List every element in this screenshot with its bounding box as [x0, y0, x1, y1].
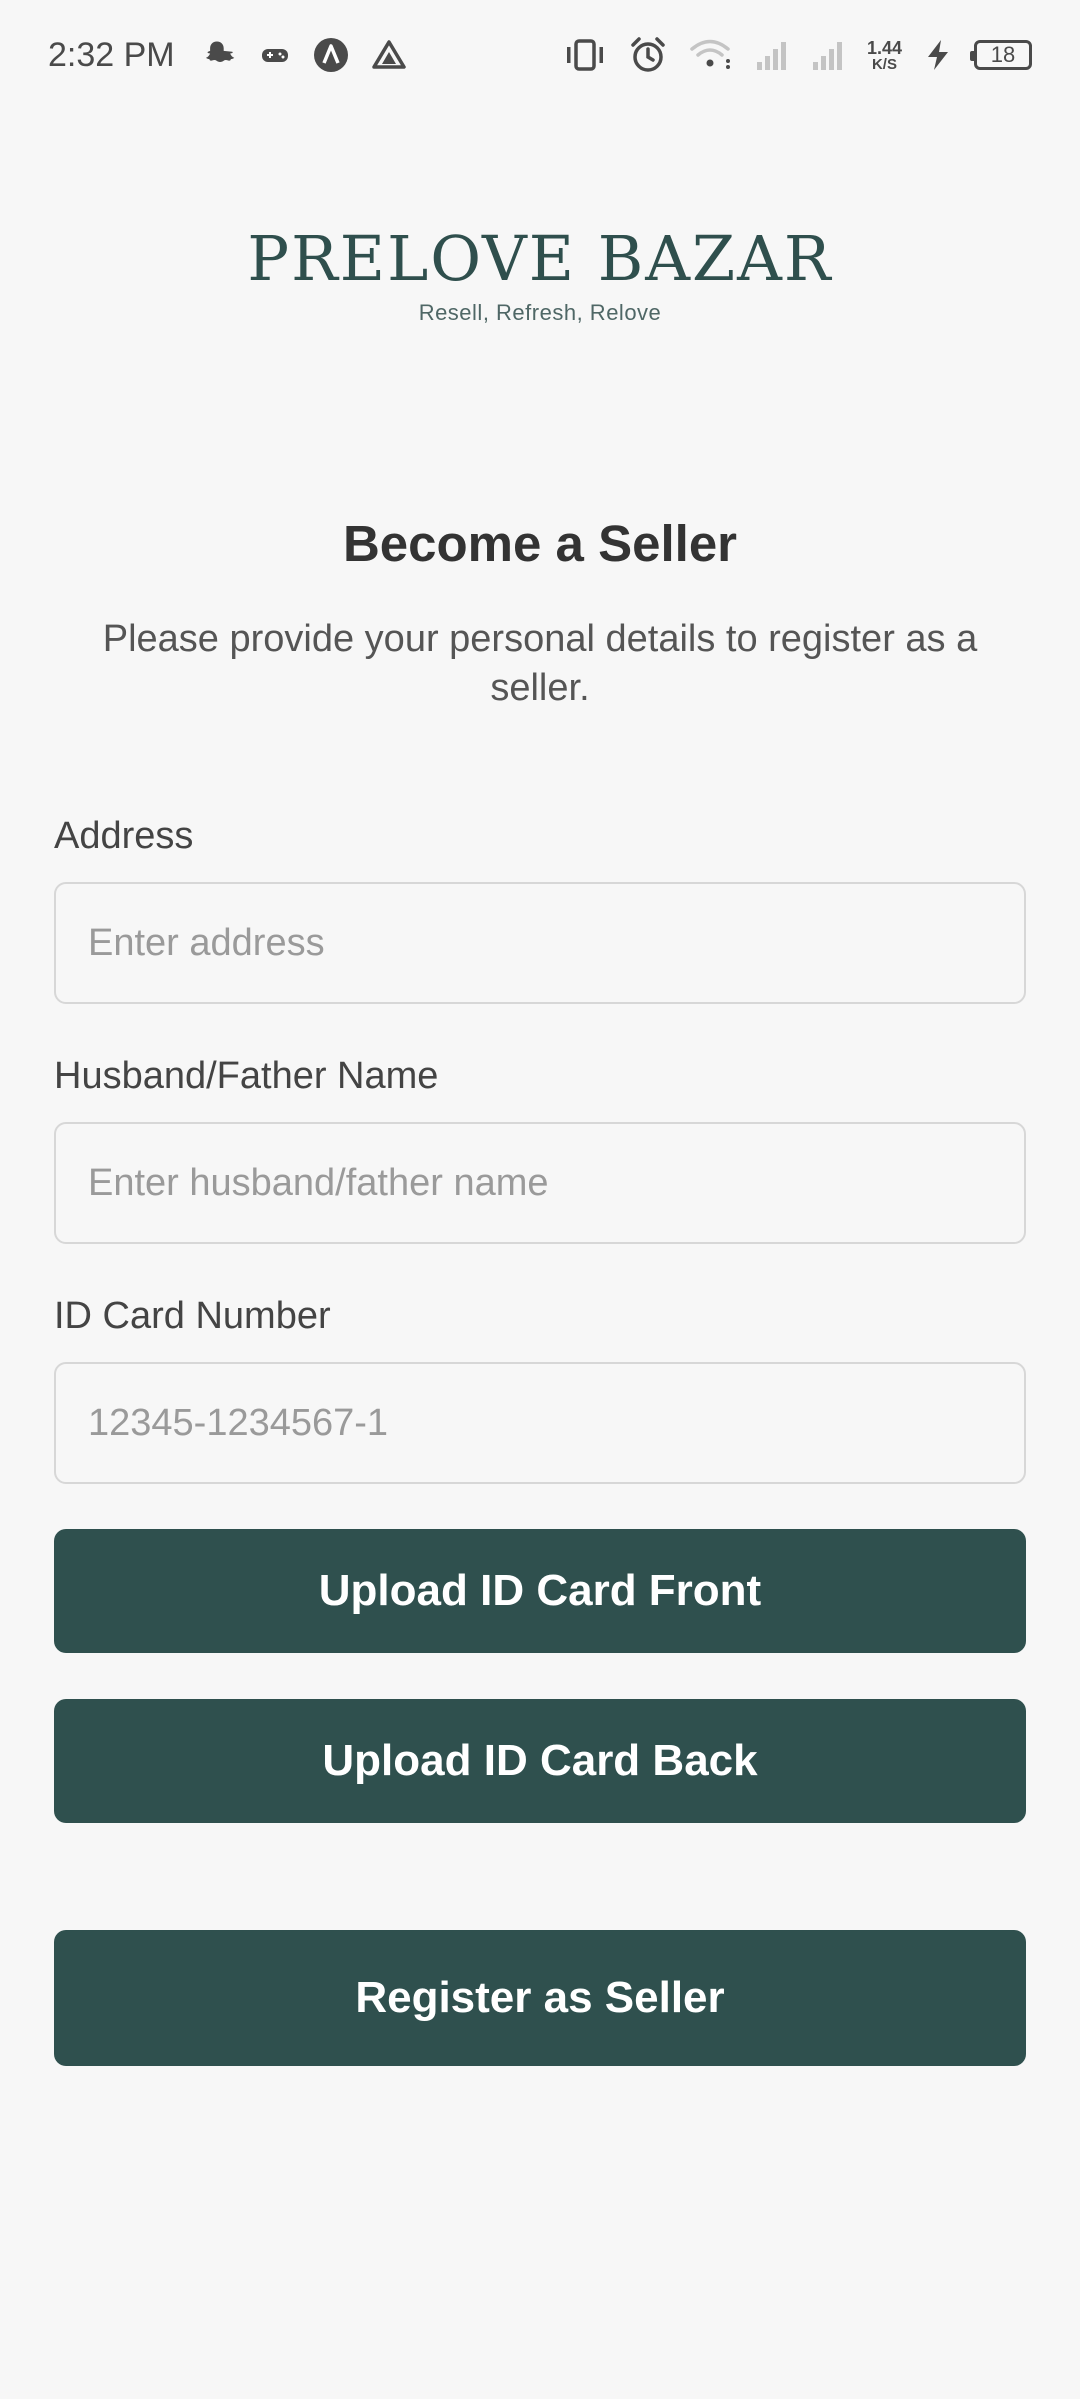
battery-level: 18 [990, 42, 1016, 67]
app-a-icon [313, 37, 349, 73]
register-as-seller-button[interactable]: Register as Seller [54, 1930, 1026, 2066]
signal-2-icon [811, 38, 845, 72]
id-card-number-input[interactable] [54, 1362, 1026, 1484]
status-time: 2:32 PM [48, 35, 175, 74]
upload-id-card-back-button[interactable]: Upload ID Card Back [54, 1699, 1026, 1823]
brand-logo: PRELOVE BAZAR Resell, Refresh, Relove [0, 228, 1080, 326]
upload-id-card-front-button[interactable]: Upload ID Card Front [54, 1529, 1026, 1653]
network-speed: 1.44 K/S [867, 39, 902, 72]
snapchat-icon [205, 39, 237, 71]
id-card-number-label: ID Card Number [54, 1295, 331, 1337]
husband-father-name-label: Husband/Father Name [54, 1055, 439, 1097]
page-subtitle: Please provide your personal details to … [102, 618, 978, 709]
status-bar-right: 1.44 K/S 18 [563, 36, 1032, 74]
drive-triangle-icon [371, 37, 407, 73]
network-speed-value: 1.44 [866, 37, 902, 58]
game-controller-icon [259, 39, 291, 71]
alarm-icon [629, 36, 667, 74]
logo-tagline: Resell, Refresh, Relove [418, 300, 662, 325]
network-speed-unit: K/S [871, 55, 897, 73]
battery-indicator: 18 [970, 40, 1032, 70]
page-title: Become a Seller [342, 515, 738, 572]
address-input[interactable] [54, 882, 1026, 1004]
vibrate-icon [563, 37, 607, 73]
charging-bolt-icon [924, 38, 952, 72]
status-bar: 2:32 PM 1.44 K/S 18 [0, 0, 1080, 110]
status-bar-left: 2:32 PM [48, 36, 407, 75]
wifi-icon [689, 37, 733, 73]
signal-1-icon [755, 38, 789, 72]
husband-father-name-input[interactable] [54, 1122, 1026, 1244]
address-label: Address [54, 815, 194, 857]
logo-title: PRELOVE BAZAR [247, 222, 833, 295]
